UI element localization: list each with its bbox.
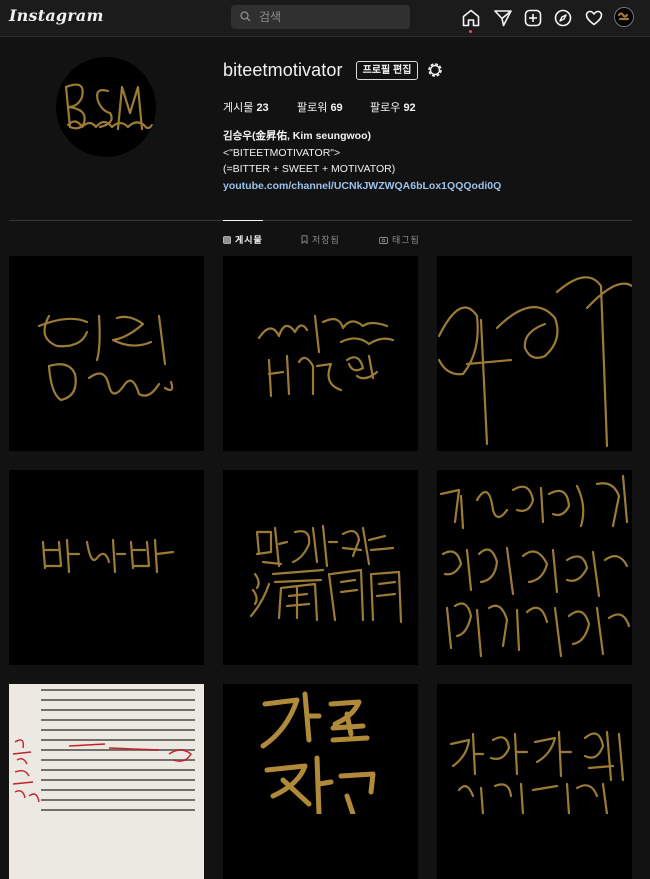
post-image: [249, 524, 403, 624]
direct-message-icon[interactable]: [493, 8, 513, 28]
tab-saved[interactable]: 저장됨: [301, 233, 340, 246]
top-navigation-bar: Instagram: [0, 0, 650, 37]
post-thumbnail[interactable]: [223, 470, 418, 665]
notification-dot: [469, 30, 472, 33]
posts-count: 게시물 23: [223, 99, 269, 115]
tab-tagged-label: 태그됨: [392, 235, 420, 245]
instagram-logo[interactable]: Instagram: [9, 6, 104, 25]
tab-tagged[interactable]: 태그됨: [379, 233, 420, 246]
following-count[interactable]: 팔로우 92: [370, 99, 416, 115]
profile-avatar[interactable]: [614, 7, 634, 27]
search-box[interactable]: [231, 5, 410, 29]
post-thumbnail[interactable]: [437, 256, 632, 451]
post-thumbnail[interactable]: [9, 256, 204, 451]
bio-line-1: <"BITEETMOTIVATOR">: [223, 146, 341, 159]
post-image: [257, 314, 395, 398]
tab-saved-label: 저장됨: [312, 235, 340, 245]
posts-number: 23: [256, 102, 269, 114]
post-thumbnail[interactable]: [9, 470, 204, 665]
post-thumbnail[interactable]: [437, 684, 632, 879]
post-image: [449, 730, 625, 814]
profile-picture[interactable]: [56, 57, 156, 157]
tagged-icon: [379, 236, 388, 246]
tab-posts[interactable]: 게시물: [223, 233, 263, 246]
profile-username: biteetmotivator: [223, 60, 343, 80]
followers-number: 69: [330, 102, 343, 114]
post-image: [37, 314, 174, 402]
new-post-icon[interactable]: [523, 8, 543, 28]
post-image: [260, 691, 376, 814]
bookmark-icon: [301, 235, 308, 246]
post-thumbnail[interactable]: [437, 470, 632, 665]
following-label: 팔로우: [370, 102, 401, 114]
grid-icon: [223, 236, 231, 246]
post-image: [9, 684, 204, 814]
explore-icon[interactable]: [553, 8, 573, 28]
settings-gear-icon[interactable]: [426, 61, 444, 84]
active-tab-indicator: [223, 220, 263, 221]
search-input[interactable]: [259, 8, 399, 26]
post-image: [437, 276, 632, 448]
tab-posts-label: 게시물: [235, 235, 263, 245]
edit-profile-button[interactable]: 프로필 편집: [356, 61, 418, 80]
posts-label: 게시물: [223, 102, 254, 114]
post-image: [439, 474, 631, 658]
section-divider: [9, 220, 632, 221]
post-image: [41, 538, 175, 574]
profile-bio: 김승우(金昇佑, Kim seungwoo) <"BITEETMOTIVATOR…: [223, 128, 501, 194]
home-icon[interactable]: [461, 8, 481, 33]
activity-heart-icon[interactable]: [584, 8, 604, 28]
post-thumbnail[interactable]: [9, 684, 204, 879]
followers-label: 팔로워: [297, 102, 328, 114]
post-thumbnail[interactable]: [223, 256, 418, 451]
following-number: 92: [403, 102, 416, 114]
post-thumbnail[interactable]: [223, 684, 418, 879]
bio-external-link[interactable]: youtube.com/channel/UCNkJWZWQA6bLox1QQQo…: [223, 178, 501, 195]
profile-full-name: 김승우(金昇佑, Kim seungwoo): [223, 130, 371, 142]
bio-line-2: (=BITTER + SWEET + MOTIVATOR): [223, 163, 396, 175]
search-icon: [240, 11, 251, 22]
followers-count[interactable]: 팔로워 69: [297, 99, 343, 115]
